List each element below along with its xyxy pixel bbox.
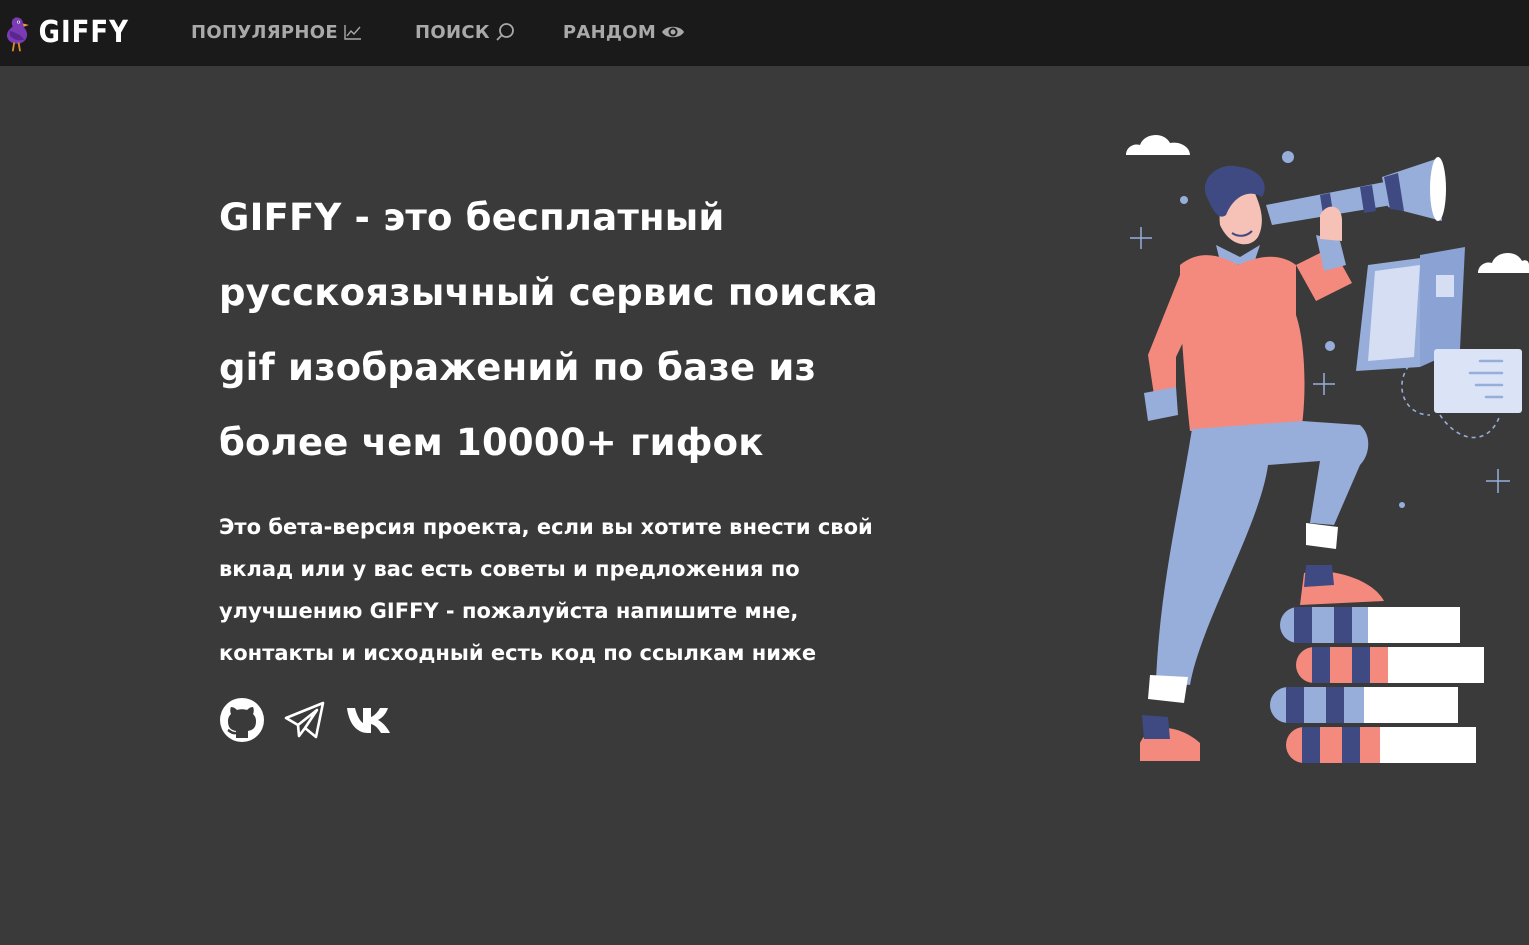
logo-home-link[interactable]: GIFFY xyxy=(4,6,129,60)
hero-title: GIFFY - это бесплатный русскоязычный сер… xyxy=(219,196,878,464)
explorer-with-telescope-illustration xyxy=(1126,134,1529,763)
vk-icon[interactable] xyxy=(345,705,393,735)
nav-search[interactable]: ПОИСК xyxy=(415,22,515,43)
trending-chart-icon xyxy=(343,23,363,41)
nav-search-label: ПОИСК xyxy=(414,21,490,43)
hero-section: GIFFY - это бесплатный русскоязычный сер… xyxy=(219,180,919,674)
bird-logo-icon xyxy=(6,17,29,52)
nav-random-label: РАНДОМ xyxy=(562,21,657,43)
main-nav: ПОПУЛЯРНОЕ ПОИСК РАНДОМ xyxy=(191,18,685,46)
eye-icon xyxy=(661,24,685,40)
social-links xyxy=(219,697,411,743)
nav-popular[interactable]: ПОПУЛЯРНОЕ xyxy=(191,22,363,43)
search-icon xyxy=(495,22,515,42)
nav-random[interactable]: РАНДОМ xyxy=(563,22,685,43)
logo-text: GIFFY xyxy=(38,15,129,51)
hero-description: Это бета-версия проекта, если вы хотите … xyxy=(219,515,873,665)
top-navbar: GIFFY ПОПУЛЯРНОЕ ПОИСК РАНДОМ xyxy=(0,0,1529,66)
github-icon[interactable] xyxy=(219,697,265,743)
nav-popular-label: ПОПУЛЯРНОЕ xyxy=(191,21,338,43)
telegram-icon[interactable] xyxy=(283,698,327,742)
hero-illustration xyxy=(1120,125,1529,765)
